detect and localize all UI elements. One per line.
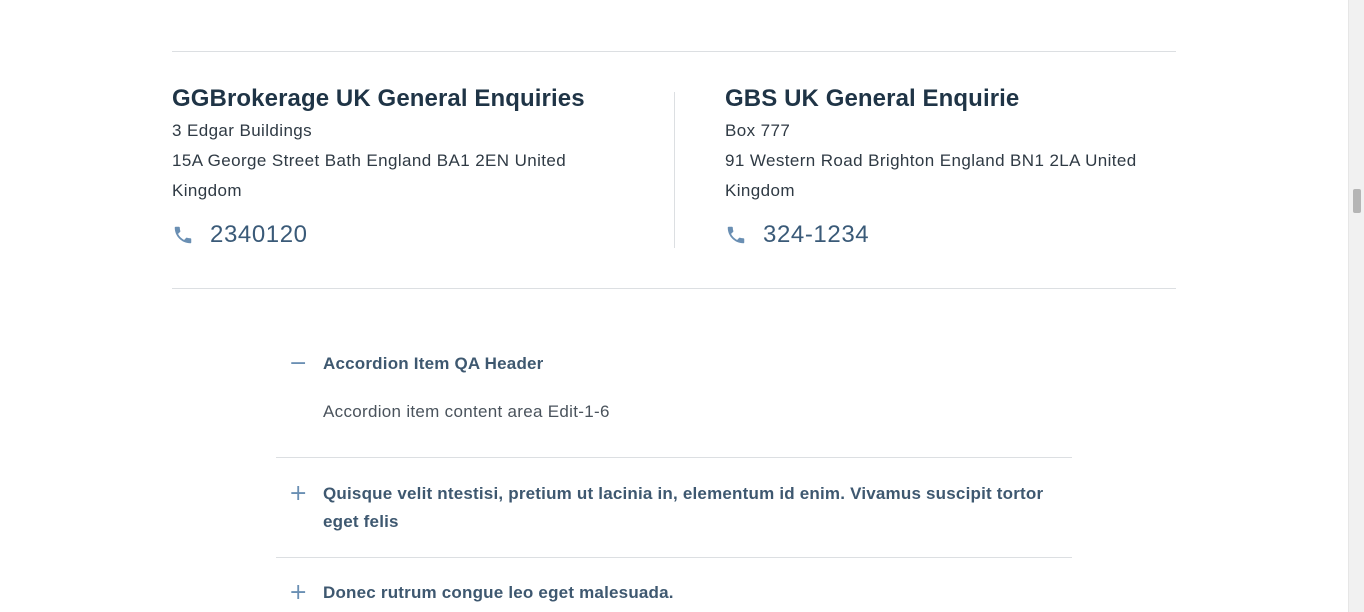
address-line-1: 3 Edgar Buildings xyxy=(172,121,313,140)
page: GGBrokerage UK General Enquiries 3 Edgar… xyxy=(0,0,1348,612)
minus-icon[interactable]: − xyxy=(276,350,323,378)
accordion-title[interactable]: Donec rutrum congue leo eget malesuada. xyxy=(323,579,674,607)
plus-icon[interactable]: + xyxy=(276,480,323,508)
phone-number[interactable]: 324-1234 xyxy=(763,220,869,250)
accordion-header[interactable]: − Accordion Item QA Header xyxy=(276,340,1072,378)
scrollbar-thumb[interactable] xyxy=(1353,189,1361,213)
contact-column-divider xyxy=(674,92,675,248)
accordion: − Accordion Item QA Header Accordion ite… xyxy=(276,340,1072,607)
accordion-title[interactable]: Quisque velit ntestisi, pretium ut lacin… xyxy=(323,480,1072,536)
address-line-3: Kingdom xyxy=(725,181,795,200)
address-line-2: 15A George Street Bath England BA1 2EN U… xyxy=(172,151,567,170)
accordion-title[interactable]: Accordion Item QA Header xyxy=(323,350,544,378)
address-line-1: Box 777 xyxy=(725,121,791,140)
phone-number[interactable]: 2340120 xyxy=(210,220,308,250)
phone-link[interactable]: 2340120 xyxy=(172,220,612,250)
contact-card-gbs: GBS UK General Enquirie Box 777 91 Weste… xyxy=(725,84,1165,250)
accordion-item: + Donec rutrum congue leo eget malesuada… xyxy=(276,558,1072,607)
bottom-divider xyxy=(172,288,1176,289)
address-line-2: 91 Western Road Brighton England BN1 2LA… xyxy=(725,151,1137,170)
top-divider xyxy=(172,51,1176,52)
phone-icon xyxy=(725,224,747,246)
phone-link[interactable]: 324-1234 xyxy=(725,220,1165,250)
accordion-header[interactable]: + Donec rutrum congue leo eget malesuada… xyxy=(276,558,1072,607)
accordion-content: Accordion item content area Edit-1-6 xyxy=(323,402,610,421)
vertical-scrollbar[interactable] xyxy=(1348,0,1364,612)
contact-title: GGBrokerage UK General Enquiries xyxy=(172,85,585,112)
accordion-item: + Quisque velit ntestisi, pretium ut lac… xyxy=(276,458,1072,558)
accordion-header[interactable]: + Quisque velit ntestisi, pretium ut lac… xyxy=(276,458,1072,557)
accordion-item: − Accordion Item QA Header Accordion ite… xyxy=(276,340,1072,458)
plus-icon[interactable]: + xyxy=(276,579,323,607)
contact-title: GBS UK General Enquirie xyxy=(725,85,1020,112)
phone-icon xyxy=(172,224,194,246)
contact-card-ggbrokerage: GGBrokerage UK General Enquiries 3 Edgar… xyxy=(172,84,612,250)
address-line-3: Kingdom xyxy=(172,181,242,200)
